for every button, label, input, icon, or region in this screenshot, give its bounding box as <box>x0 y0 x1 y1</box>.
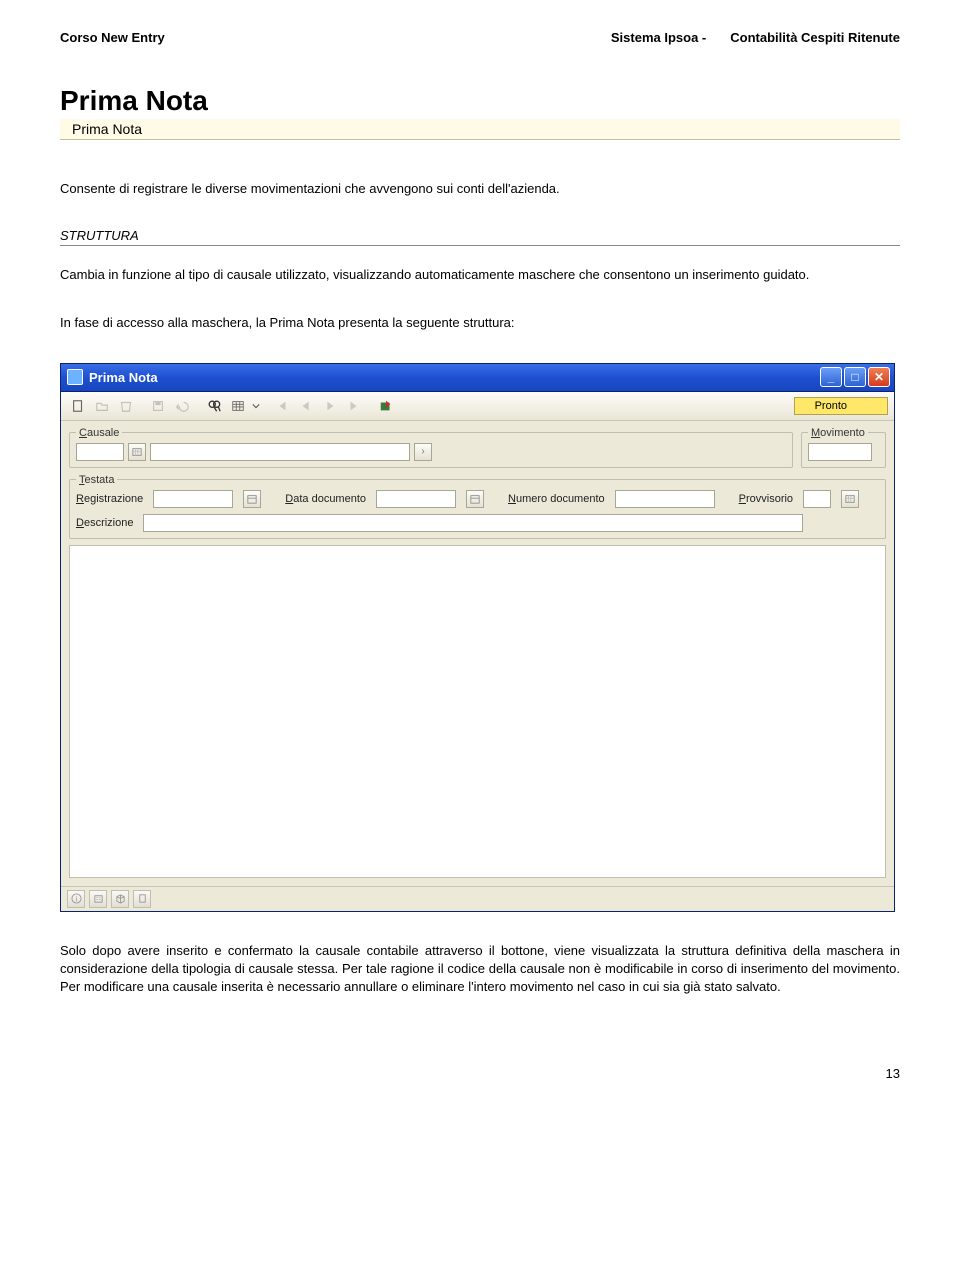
struttura-paragraph-1: Cambia in funzione al tipo di causale ut… <box>60 266 900 284</box>
testata-group: Testata Registrazione Data documento Num… <box>69 474 886 539</box>
registrazione-label: Registrazione <box>76 493 143 505</box>
numero-documento-label: Numero documento <box>508 493 605 505</box>
app-icon <box>67 369 83 385</box>
building-icon[interactable] <box>89 890 107 908</box>
doc-header: Corso New Entry Sistema Ipsoa - Contabil… <box>60 30 900 45</box>
registrazione-calendar-button[interactable] <box>243 490 261 508</box>
intro-paragraph: Consente di registrare le diverse movime… <box>60 180 900 198</box>
info-icon[interactable]: i <box>67 890 85 908</box>
page-title: Prima Nota <box>60 85 900 117</box>
status-bar: i <box>61 886 894 911</box>
movimento-group: Movimento <box>801 427 886 468</box>
provvisorio-input[interactable] <box>803 490 831 508</box>
provvisorio-lookup-button[interactable] <box>841 490 859 508</box>
registrazione-input[interactable] <box>153 490 233 508</box>
document-icon[interactable] <box>133 890 151 908</box>
closing-paragraph: Solo dopo avere inserito e confermato la… <box>60 942 900 997</box>
last-record-icon[interactable] <box>343 395 365 417</box>
grid-icon[interactable] <box>227 395 249 417</box>
data-documento-label: Data documento <box>285 493 366 505</box>
provvisorio-label: Provvisorio <box>739 493 793 505</box>
titlebar: Prima Nota _ □ ✕ <box>61 364 894 392</box>
undo-icon[interactable] <box>171 395 193 417</box>
close-button[interactable]: ✕ <box>868 367 890 387</box>
numero-documento-input[interactable] <box>615 490 715 508</box>
dropdown-icon[interactable] <box>251 395 261 417</box>
doc-header-center: Sistema Ipsoa - <box>611 30 706 45</box>
new-icon[interactable] <box>67 395 89 417</box>
window-title: Prima Nota <box>89 370 820 385</box>
save-icon[interactable] <box>147 395 169 417</box>
exit-icon[interactable] <box>375 395 397 417</box>
doc-header-left: Corso New Entry <box>60 30 165 45</box>
delete-icon[interactable] <box>115 395 137 417</box>
data-documento-input[interactable] <box>376 490 456 508</box>
page-number: 13 <box>60 1066 900 1081</box>
data-documento-calendar-button[interactable] <box>466 490 484 508</box>
minimize-button[interactable]: _ <box>820 367 842 387</box>
first-record-icon[interactable] <box>271 395 293 417</box>
causale-code-input[interactable] <box>76 443 124 461</box>
causale-desc-input[interactable] <box>150 443 410 461</box>
status-label: Pronto <box>794 397 888 415</box>
next-record-icon[interactable] <box>319 395 341 417</box>
section-heading: STRUTTURA <box>60 228 900 246</box>
svg-text:i: i <box>75 894 77 903</box>
subtitle-band: Prima Nota <box>60 119 900 140</box>
grid-area <box>69 545 886 878</box>
prev-record-icon[interactable] <box>295 395 317 417</box>
descrizione-input[interactable] <box>143 514 803 532</box>
app-window: Prima Nota _ □ ✕ Pronto CCausaleausale <box>60 363 895 912</box>
causale-lookup-button[interactable] <box>128 443 146 461</box>
descrizione-label: Descrizione <box>76 517 133 529</box>
package-icon[interactable] <box>111 890 129 908</box>
doc-header-right: Contabilità Cespiti Ritenute <box>730 30 900 45</box>
causale-confirm-button[interactable]: › <box>414 443 432 461</box>
open-icon[interactable] <box>91 395 113 417</box>
search-icon[interactable] <box>203 395 225 417</box>
struttura-paragraph-2: In fase di accesso alla maschera, la Pri… <box>60 314 900 332</box>
causale-group: CCausaleausale › <box>69 427 793 468</box>
maximize-button[interactable]: □ <box>844 367 866 387</box>
movimento-input[interactable] <box>808 443 872 461</box>
toolbar: Pronto <box>61 392 894 421</box>
